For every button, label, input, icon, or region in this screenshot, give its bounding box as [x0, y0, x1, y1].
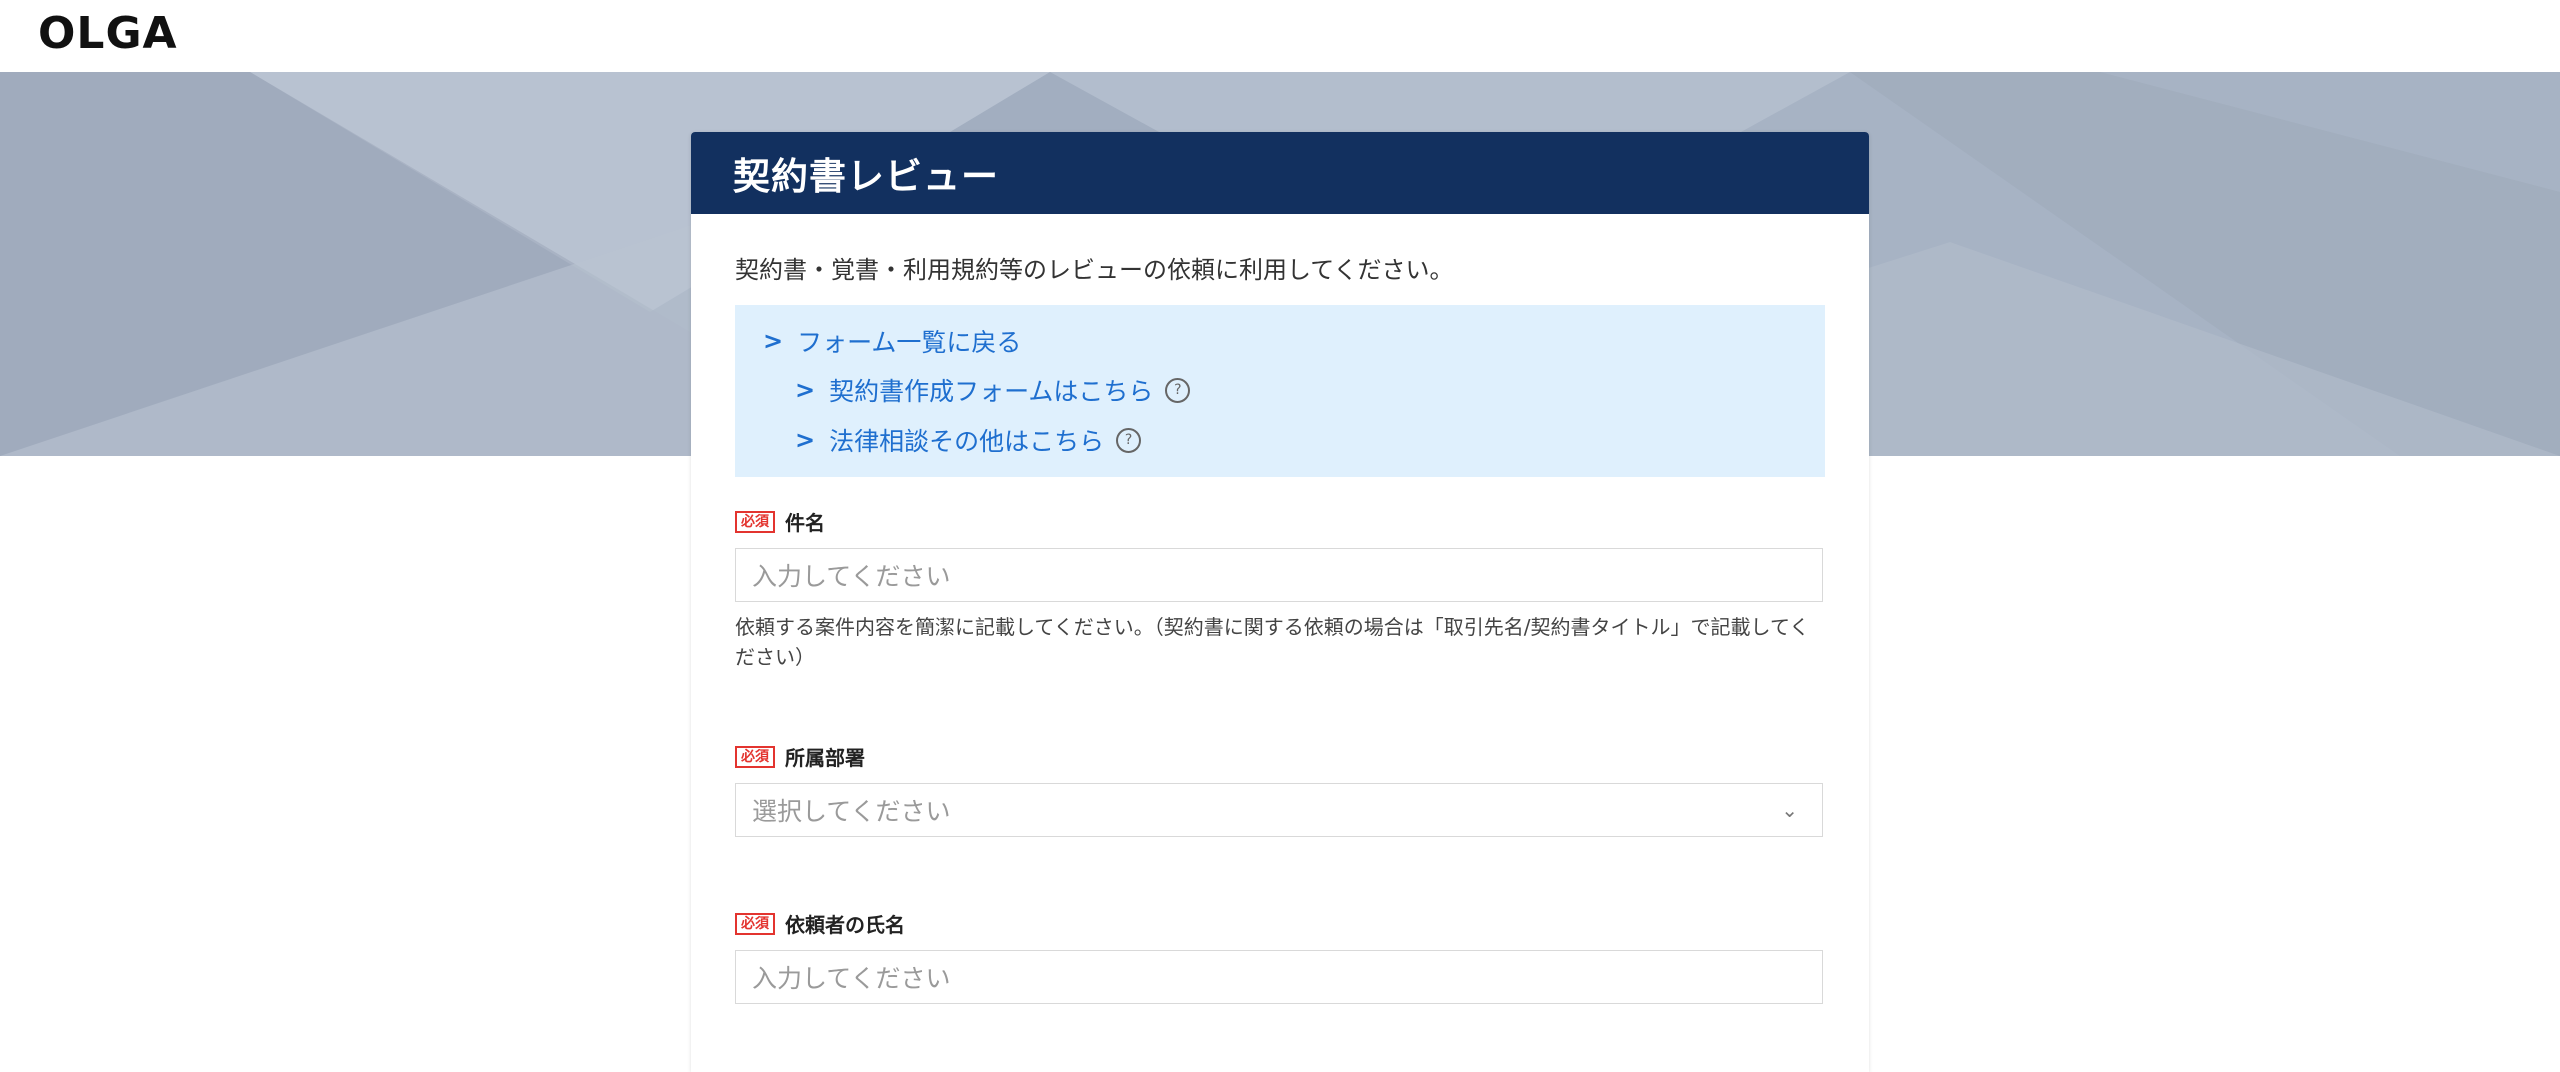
department-field: 必須 所属部署 選択してください ⌄: [735, 742, 1825, 837]
chevron-right-icon: >: [795, 376, 816, 404]
field-label: 所属部署: [785, 746, 865, 770]
link-label: 法律相談その他はこちら: [829, 427, 1105, 456]
back-to-forms-link[interactable]: > フォーム一覧に戻る: [763, 323, 1021, 359]
form-card: 契約書レビュー 契約書・覚書・利用規約等のレビューの依頼に利用してください。 >…: [691, 132, 1869, 1072]
required-badge: 必須: [735, 745, 775, 768]
form-header: 契約書レビュー: [691, 132, 1869, 214]
requester-name-field: 必須 依頼者の氏名 入力してください: [735, 909, 1825, 1004]
form-description: 契約書・覚書・利用規約等のレビューの依頼に利用してください。: [735, 256, 1454, 284]
link-label: 契約書作成フォームはこちら: [829, 377, 1154, 406]
requester-name-input[interactable]: 入力してください: [735, 950, 1823, 1004]
required-badge: 必須: [735, 510, 775, 533]
select-placeholder: 選択してください: [752, 797, 951, 826]
field-label: 件名: [785, 511, 825, 535]
chevron-down-icon: ⌄: [1781, 798, 1798, 822]
input-placeholder: 入力してください: [752, 562, 951, 591]
links-panel: > フォーム一覧に戻る > 契約書作成フォームはこちら ? > 法律相談その他は…: [735, 305, 1825, 477]
input-placeholder: 入力してください: [752, 964, 951, 993]
form-body: 契約書・覚書・利用規約等のレビューの依頼に利用してください。 > フォーム一覧に…: [691, 250, 1869, 1004]
legal-consultation-link[interactable]: > 法律相談その他はこちら ?: [795, 422, 1142, 458]
logo[interactable]: OLGA: [38, 8, 178, 59]
requester-name-label: 必須 依頼者の氏名: [735, 909, 1825, 938]
form-title: 契約書レビュー: [733, 155, 999, 198]
required-badge: 必須: [735, 912, 775, 935]
subject-input[interactable]: 入力してください: [735, 548, 1823, 602]
subject-label: 必須 件名: [735, 507, 1825, 536]
department-label: 必須 所属部署: [735, 742, 1825, 771]
subject-help-text: 依頼する案件内容を簡潔に記載してください。（契約書に関する依頼の場合は「取引先名…: [735, 615, 1810, 669]
top-bar: OLGA: [0, 0, 2560, 72]
field-label: 依頼者の氏名: [785, 913, 905, 937]
chevron-right-icon: >: [795, 426, 816, 454]
help-icon[interactable]: ?: [1165, 377, 1191, 403]
department-select[interactable]: 選択してください ⌄: [735, 783, 1823, 837]
subject-field: 必須 件名 入力してください 依頼する案件内容を簡潔に記載してください。（契約書…: [735, 507, 1825, 672]
link-label: フォーム一覧に戻る: [797, 328, 1022, 357]
chevron-right-icon: >: [763, 327, 784, 355]
contract-creation-form-link[interactable]: > 契約書作成フォームはこちら ?: [795, 372, 1191, 408]
help-icon[interactable]: ?: [1116, 427, 1142, 453]
